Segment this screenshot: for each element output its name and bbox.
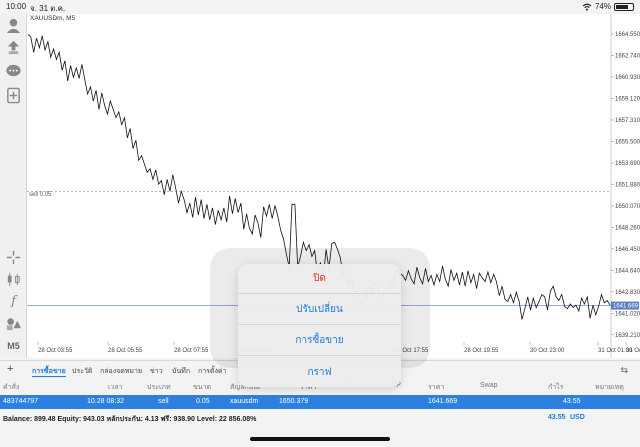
account-icon[interactable] bbox=[4, 16, 23, 35]
left-toolbar: f M5 bbox=[0, 14, 27, 358]
tab-history[interactable]: ประวัติ bbox=[72, 366, 92, 377]
timeframe-button[interactable]: M5 bbox=[4, 336, 23, 355]
wifi-icon bbox=[582, 3, 592, 11]
cell-type: sell bbox=[158, 398, 169, 405]
column-size[interactable]: ขนาด bbox=[193, 382, 211, 393]
total-profit: 43.55 bbox=[548, 414, 566, 421]
objects-icon[interactable] bbox=[4, 314, 23, 333]
modify-order-button[interactable]: ปรับเปลี่ยน bbox=[238, 295, 401, 325]
cell-order: 483744797 bbox=[3, 398, 39, 405]
x-tick-label: 28 Oct 07:55 bbox=[174, 348, 209, 354]
chart-button[interactable]: กราฟ bbox=[238, 357, 401, 387]
battery-icon bbox=[614, 2, 634, 11]
tab-journal[interactable]: บันทึก bbox=[172, 366, 190, 377]
y-tick-label: 1660.930 bbox=[615, 75, 640, 81]
y-tick-label: 1646.450 bbox=[615, 247, 640, 253]
cell-size: 0.05 bbox=[196, 398, 210, 405]
y-tick-label: 1655.500 bbox=[615, 139, 640, 145]
tab-mailbox[interactable]: กล่องจดหมาย bbox=[100, 366, 142, 377]
symbol-label: XAUUSDm, M5 bbox=[30, 15, 76, 22]
home-indicator[interactable] bbox=[250, 437, 390, 441]
y-tick-label: 1651.880 bbox=[615, 182, 640, 188]
y-tick-label: 1650.070 bbox=[615, 204, 640, 210]
cell-open-price: 1650.379 bbox=[279, 398, 309, 405]
tab-settings[interactable]: การตั้งค่า bbox=[198, 366, 227, 377]
cell-profit: 43.55 bbox=[563, 398, 581, 405]
status-right: 74% bbox=[582, 2, 634, 11]
y-tick-label: 1642.830 bbox=[615, 290, 640, 296]
column-comment[interactable]: หมายเหตุ bbox=[595, 382, 624, 393]
y-tick-label: 1644.640 bbox=[615, 268, 640, 274]
sell-order-label: sell 0.05 bbox=[29, 192, 52, 198]
y-tick-label: 1648.260 bbox=[615, 225, 640, 231]
table-row[interactable]: 483744797 10.28 08:32 sell 0.05 xauusdm … bbox=[0, 395, 640, 409]
cell-symbol: xauusdm bbox=[230, 398, 259, 405]
column-type[interactable]: ประเภท bbox=[147, 382, 171, 393]
column-order[interactable]: คำสั่ง bbox=[3, 382, 19, 393]
tab-news[interactable]: ข่าว bbox=[150, 366, 163, 377]
trade-button[interactable]: การซื้อขาย bbox=[238, 326, 401, 356]
column-swap[interactable]: Swap bbox=[480, 382, 498, 389]
x-tick-label: 30 Oct 23:00 bbox=[530, 348, 565, 354]
cell-time: 10.28 08:32 bbox=[87, 398, 124, 405]
column-profit[interactable]: กำไร bbox=[548, 382, 563, 393]
indicator-icon[interactable]: f bbox=[4, 292, 23, 311]
x-tick-label: 28 Oct 05:55 bbox=[108, 348, 143, 354]
new-order-icon[interactable] bbox=[4, 86, 23, 105]
y-tick-label: 1664.550 bbox=[615, 32, 640, 38]
status-time: 10:00 bbox=[6, 2, 27, 11]
current-price-tag-text: 1641.669 bbox=[613, 304, 639, 310]
order-action-menu: ปิด ปรับเปลี่ยน การซื้อขาย กราฟ bbox=[238, 264, 401, 387]
y-axis-ticks: 1664.550 1662.740 1660.930 1659.120 1657.310… bbox=[611, 32, 640, 339]
chat-icon[interactable] bbox=[4, 62, 23, 81]
y-tick-label: 1659.120 bbox=[615, 96, 640, 102]
cell-price: 1641.669 bbox=[428, 398, 458, 405]
x-tick-label: 28 Oct 19:55 bbox=[464, 348, 499, 354]
expand-panel-icon[interactable]: ⇆ bbox=[620, 365, 628, 376]
y-tick-label: 1657.310 bbox=[615, 118, 640, 124]
y-tick-label: 1639.210 bbox=[615, 333, 640, 339]
column-price[interactable]: ราคา bbox=[428, 382, 444, 393]
status-bar: 10:00 จ. 31 ต.ค. 74% bbox=[0, 0, 640, 14]
battery-percent: 74% bbox=[594, 2, 611, 11]
close-order-button[interactable]: ปิด bbox=[238, 264, 401, 294]
balance-summary: Balance: 899.48 Equity: 943.03 หลักประกั… bbox=[3, 416, 257, 423]
trade-arrows-icon[interactable] bbox=[4, 38, 23, 57]
add-tab-button[interactable]: + bbox=[7, 363, 13, 375]
battery-fill bbox=[616, 4, 628, 9]
x-tick-label: 28 Oct 03:55 bbox=[38, 348, 73, 354]
balance-summary-row: Balance: 899.48 Equity: 943.03 หลักประกั… bbox=[0, 411, 640, 425]
y-tick-label: 1641.020 bbox=[615, 311, 640, 317]
column-time[interactable]: เวลา bbox=[108, 382, 123, 393]
y-tick-label: 1653.690 bbox=[615, 161, 640, 167]
account-currency: USD bbox=[570, 414, 585, 421]
crosshair-icon[interactable] bbox=[4, 248, 23, 267]
y-tick-label: 1662.740 bbox=[615, 54, 640, 60]
x-tick-label: 31 Oct 03:00 bbox=[626, 348, 640, 354]
candle-type-icon[interactable] bbox=[4, 270, 23, 289]
